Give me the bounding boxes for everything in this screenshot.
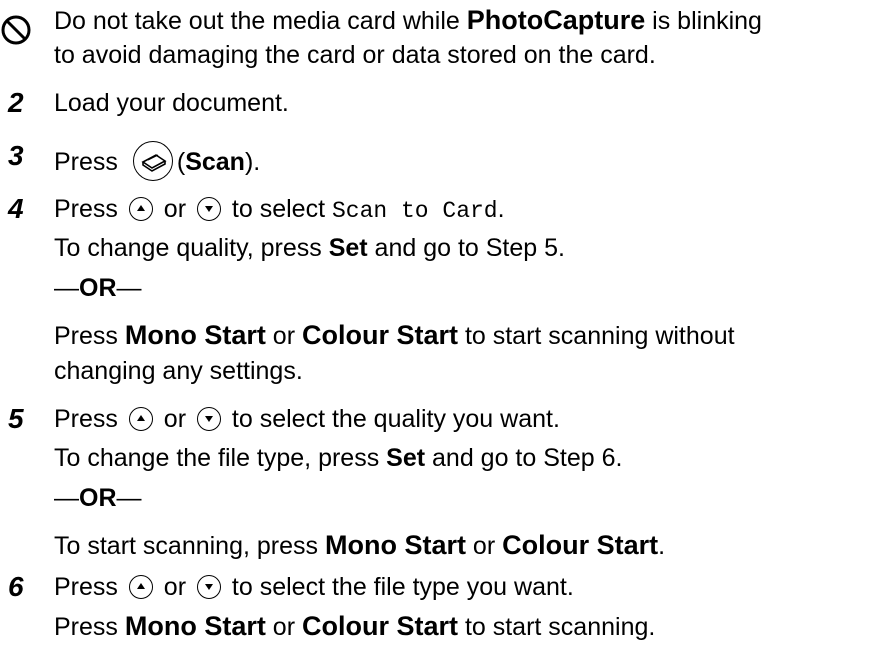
step-5-line-1: Press or to select the quality you want.	[54, 405, 560, 433]
step-number-2: 2	[8, 87, 24, 118]
step-6-line-2: Press Mono Start or Colour Start to star…	[54, 611, 656, 641]
up-arrow-icon	[128, 197, 153, 221]
scan-button-icon	[132, 141, 173, 181]
step-number-3: 3	[8, 140, 24, 171]
step-number-5: 5	[8, 403, 24, 434]
step-4-line-1: Press or to select Scan to Card.	[54, 195, 505, 224]
step-4-line-2: To change quality, press Set and go to S…	[54, 234, 565, 262]
step-4-line-5: changing any settings.	[54, 357, 303, 385]
step-5-or-line: —OR—	[54, 484, 142, 512]
step-4-or-line: —OR—	[54, 274, 142, 302]
step-number-4: 4	[8, 193, 24, 224]
up-arrow-icon	[128, 407, 153, 431]
step-2-text: Load your document.	[54, 89, 289, 117]
step-5-line-2: To change the file type, press Set and g…	[54, 444, 623, 472]
down-arrow-icon	[196, 575, 221, 599]
up-arrow-icon	[128, 575, 153, 599]
caution-line-2: to avoid damaging the card or data store…	[54, 41, 656, 69]
step-number-6: 6	[8, 571, 24, 602]
down-arrow-icon	[196, 407, 221, 431]
step-5-line-4: To start scanning, press Mono Start or C…	[54, 530, 666, 560]
step-4-line-4: Press Mono Start or Colour Start to star…	[54, 320, 735, 350]
step-6-line-1: Press or to select the file type you wan…	[54, 573, 574, 601]
prohibited-icon	[1, 15, 31, 45]
down-arrow-icon	[196, 197, 221, 221]
caution-line-1: Do not take out the media card while Pho…	[54, 5, 762, 35]
step-3-text: Press (Scan).	[54, 141, 260, 181]
